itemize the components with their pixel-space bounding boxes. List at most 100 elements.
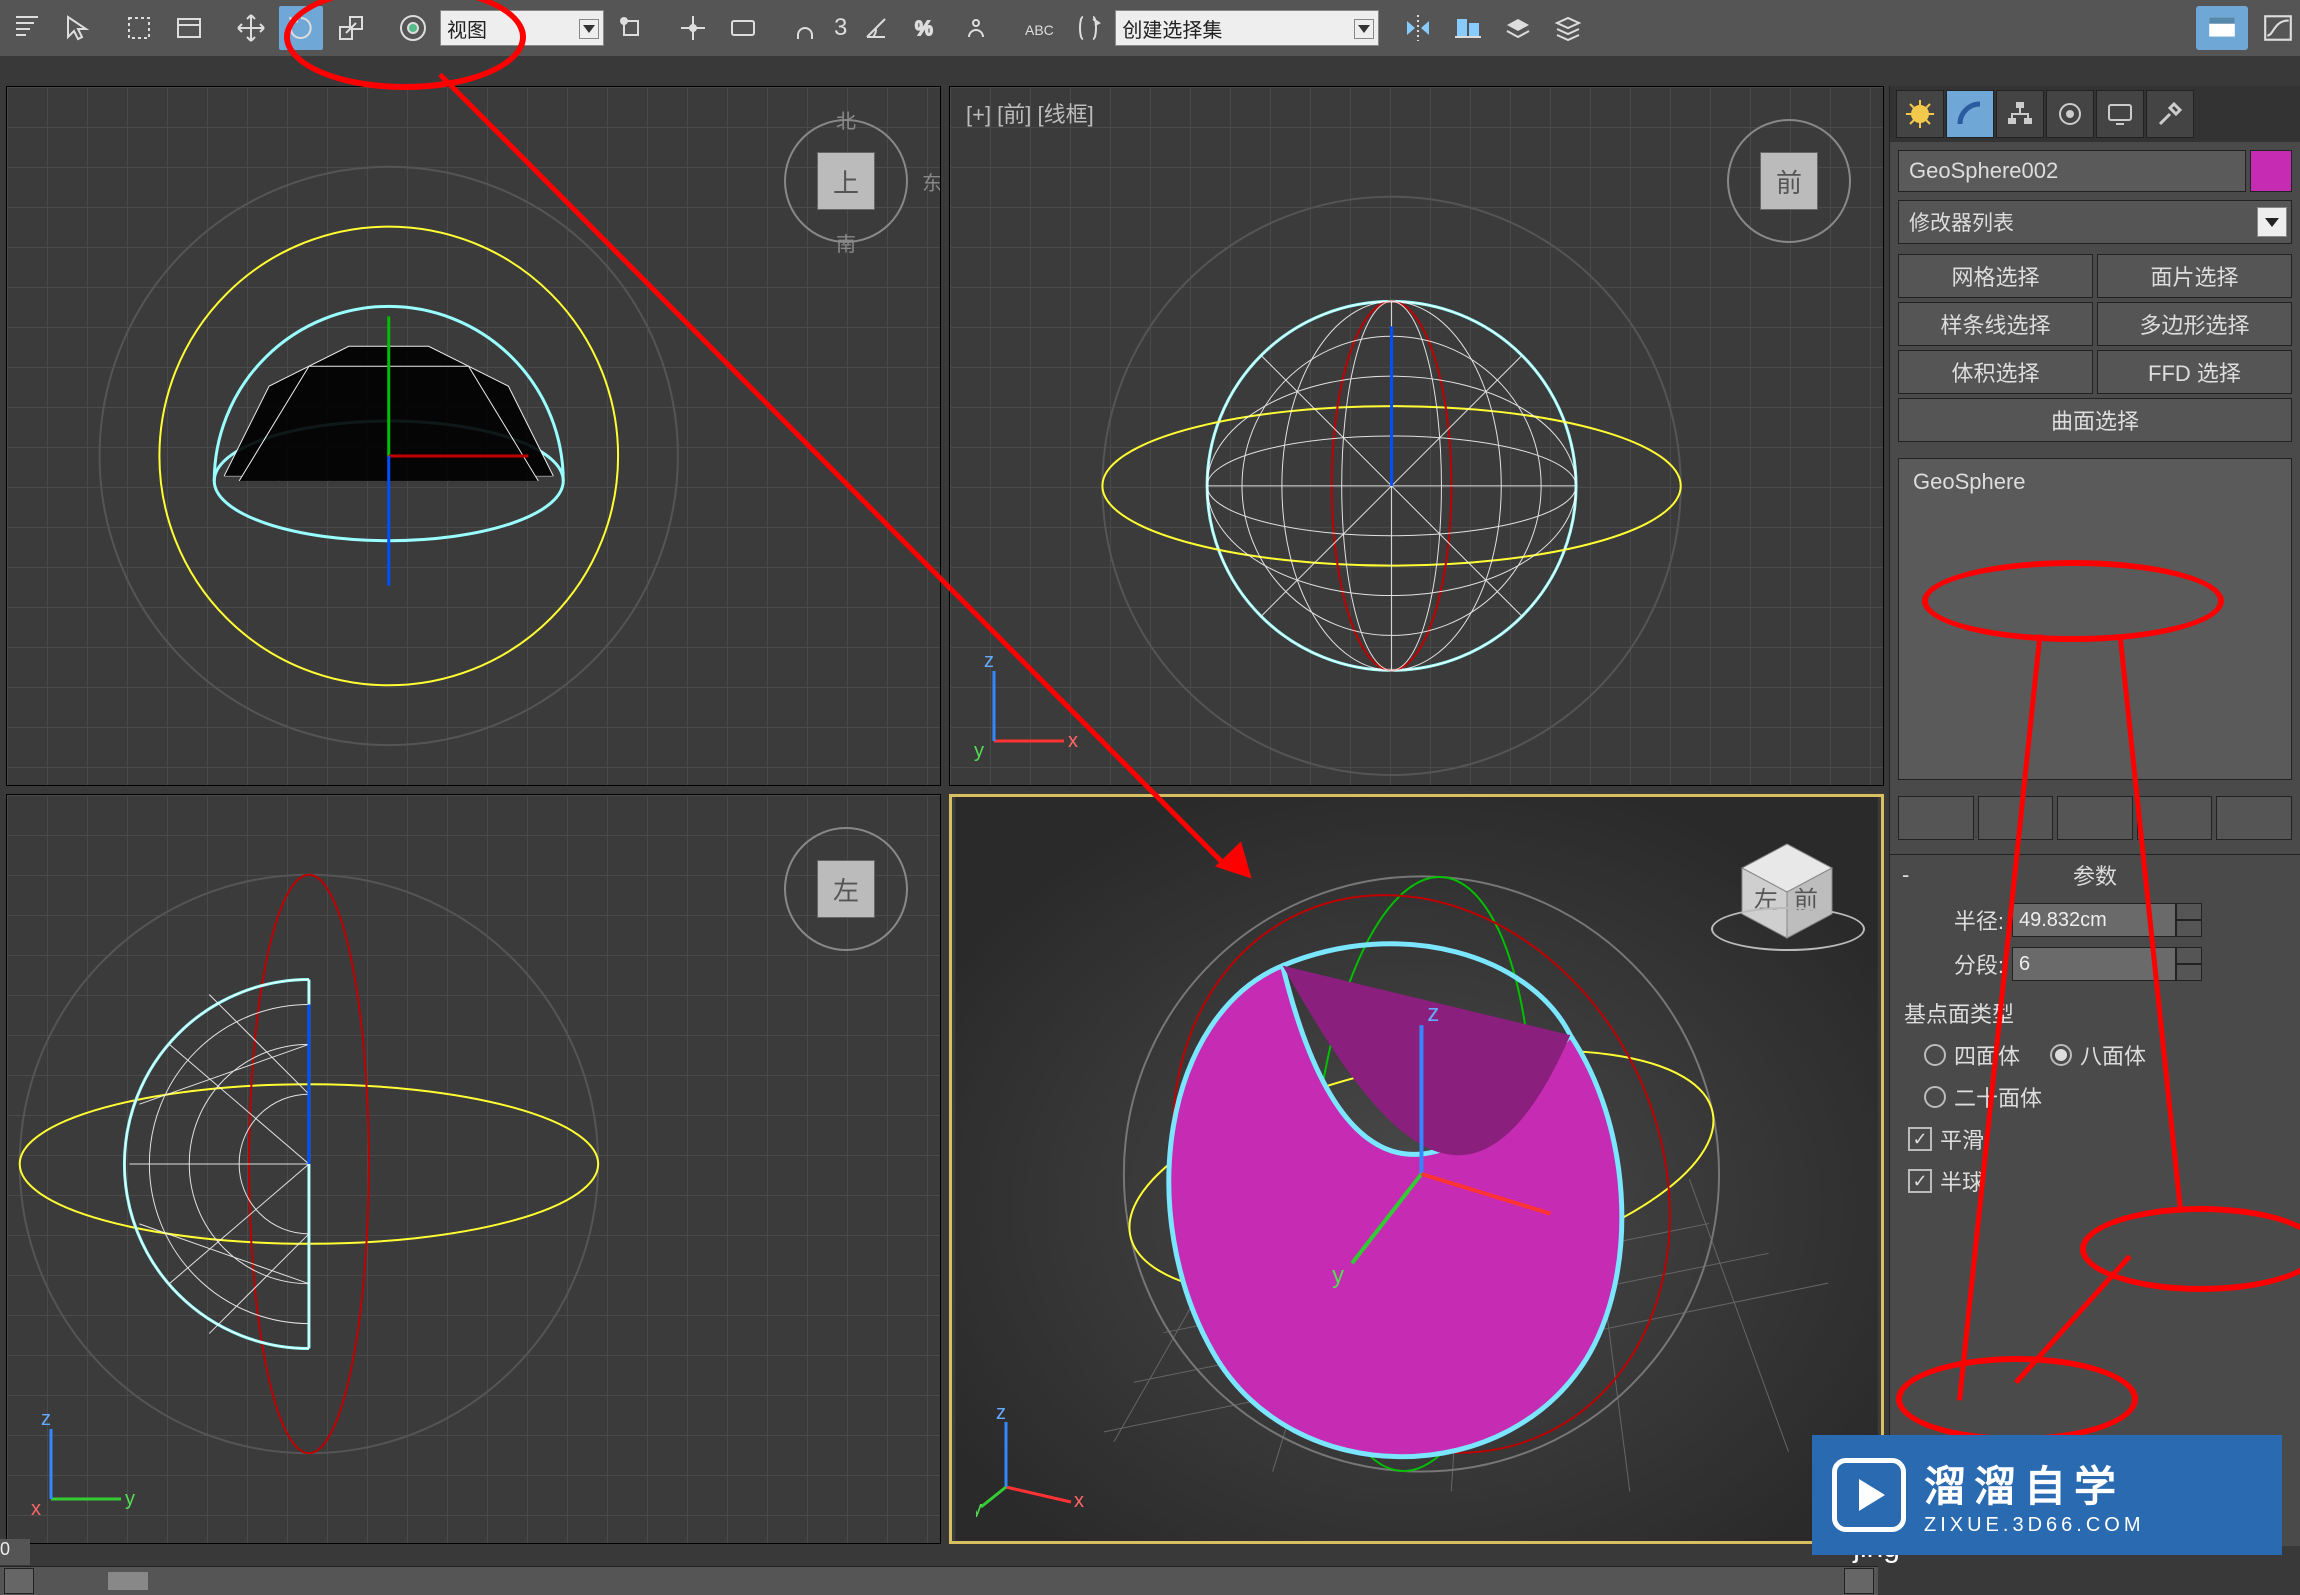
icosa-radio[interactable]: 二十面体 (1924, 1081, 2042, 1113)
viewcube-ring (1711, 907, 1865, 951)
pin-stack-icon[interactable] (1898, 796, 1974, 840)
svg-text:x: x (31, 1498, 41, 1519)
spline-select-button[interactable]: 样条线选择 (1898, 302, 2093, 346)
timeline-scrollbar[interactable] (0, 1566, 1878, 1595)
modifier-button-set: 网格选择 面片选择 样条线选择 多边形选择 体积选择 FFD 选择 曲面选择 (1898, 254, 2292, 442)
radius-input[interactable] (2012, 903, 2176, 937)
rollout-title: 参数 (2073, 859, 2117, 891)
play-icon (1832, 1458, 1906, 1532)
utilities-tab-icon[interactable] (2146, 90, 2194, 138)
select-region-window-icon[interactable] (166, 5, 212, 51)
percent-snap-icon[interactable]: % (903, 5, 949, 51)
viewport-grid: 北 南 东 上 [+] [前] [线框] (0, 86, 1890, 1546)
viewcube-face[interactable]: 前 (1760, 152, 1818, 210)
snap-2d-icon[interactable] (782, 5, 828, 51)
viewport-top[interactable]: 北 南 东 上 (6, 86, 941, 786)
modifier-stack-item[interactable]: GeoSphere (1913, 469, 2277, 495)
base-type-row-2: 二十面体 (1904, 1081, 2286, 1113)
modify-tab-icon[interactable] (1946, 90, 1994, 138)
viewcube[interactable]: 左 (776, 819, 916, 959)
object-name-input[interactable] (1898, 150, 2246, 192)
select-region-rect-icon[interactable] (116, 5, 162, 51)
spinner-down-icon[interactable] (2176, 964, 2202, 981)
create-tab-icon[interactable] (1896, 90, 1944, 138)
motion-tab-icon[interactable] (2046, 90, 2094, 138)
segments-row: 分段: (1904, 947, 2286, 981)
viewcube[interactable]: 左 前 (1717, 821, 1857, 961)
select-filter-icon[interactable] (4, 5, 50, 51)
watermark-title: 溜溜自学 (1924, 1453, 2144, 1514)
scale-tool-icon[interactable] (328, 5, 374, 51)
spinner-down-icon[interactable] (2176, 920, 2202, 937)
spinner-snap-icon[interactable] (953, 5, 999, 51)
angle-snap-icon[interactable] (853, 5, 899, 51)
hemisphere-check[interactable]: ✓ 半球 (1904, 1165, 2286, 1197)
octa-radio[interactable]: 八面体 (2050, 1039, 2146, 1071)
snap-number: 3 (832, 14, 849, 42)
chevron-down-icon[interactable] (579, 19, 599, 39)
compass-south-label: 南 (776, 228, 916, 257)
viewcube-face[interactable]: 上 (817, 152, 875, 210)
poly-select-button[interactable]: 多边形选择 (2097, 302, 2292, 346)
svg-text:ABC: ABC (1025, 22, 1053, 38)
mesh-select-button[interactable]: 网格选择 (1898, 254, 2093, 298)
geodesic-base-type-label: 基点面类型 (1904, 997, 2286, 1029)
svg-text:x: x (1074, 1490, 1084, 1512)
chevron-down-icon[interactable] (1354, 19, 1374, 39)
rollout-header[interactable]: - 参数 (1890, 855, 2300, 895)
chevron-down-icon[interactable] (2257, 207, 2287, 237)
layers-icon[interactable] (1495, 5, 1541, 51)
scroll-thumb[interactable] (108, 1572, 148, 1590)
object-color-swatch[interactable] (2250, 150, 2292, 192)
named-sel-edit-icon[interactable]: ABC (1015, 5, 1061, 51)
use-pivot-center-icon[interactable] (608, 5, 654, 51)
checkbox-icon: ✓ (1908, 1127, 1932, 1151)
axis-tripod: y z x (31, 1409, 141, 1519)
svg-text:z: z (41, 1409, 51, 1430)
modifier-list-combo[interactable]: 修改器列表 (1898, 200, 2292, 244)
select-object-icon[interactable] (54, 5, 100, 51)
viewport-front[interactable]: [+] [前] [线框] 前 (949, 86, 1884, 786)
display-tab-icon[interactable] (2096, 90, 2144, 138)
svg-text:z: z (996, 1407, 1006, 1424)
tetra-radio[interactable]: 四面体 (1924, 1039, 2020, 1071)
align-icon[interactable] (1445, 5, 1491, 51)
scroll-left-icon[interactable] (4, 1568, 34, 1594)
viewcube[interactable]: 北 南 东 上 (776, 111, 916, 251)
viewport-perspective[interactable]: [+] [透视] [真实] (949, 794, 1884, 1544)
rotate-tool-icon[interactable] (278, 5, 324, 51)
curve-editor-icon[interactable] (2252, 6, 2300, 50)
select-manipulate-icon[interactable] (670, 5, 716, 51)
spinner-up-icon[interactable] (2176, 903, 2202, 920)
keyboard-shortcut-icon[interactable] (720, 5, 766, 51)
viewcube[interactable]: 前 (1719, 111, 1859, 251)
face-select-button[interactable]: 面片选择 (2097, 254, 2292, 298)
ffd-select-button[interactable]: FFD 选择 (2097, 350, 2292, 394)
scroll-right-icon[interactable] (1844, 1568, 1874, 1594)
remove-modifier-icon[interactable] (2137, 796, 2213, 840)
configure-sets-icon[interactable] (2216, 796, 2292, 840)
surface-select-button[interactable]: 曲面选择 (1898, 398, 2292, 442)
show-end-result-icon[interactable] (1978, 796, 2054, 840)
layer-explorer-icon[interactable] (1545, 5, 1591, 51)
mirror-icon[interactable] (1395, 5, 1441, 51)
checkbox-icon: ✓ (1908, 1169, 1932, 1193)
segments-input[interactable] (2012, 947, 2176, 981)
ref-coord-icon[interactable] (390, 5, 436, 51)
named-selection-combo[interactable]: 创建选择集 (1115, 10, 1379, 46)
smooth-check[interactable]: ✓ 平滑 (1904, 1123, 2286, 1155)
viewcube-face[interactable]: 左 (817, 860, 875, 918)
modifier-stack[interactable]: GeoSphere (1898, 458, 2292, 780)
make-unique-icon[interactable] (2057, 796, 2133, 840)
hierarchy-tab-icon[interactable] (1996, 90, 2044, 138)
base-type-row-1: 四面体 八面体 (1904, 1039, 2286, 1071)
ref-coord-combo[interactable]: 视图 (440, 10, 604, 46)
spinner-up-icon[interactable] (2176, 947, 2202, 964)
viewport-left[interactable]: 左 y z x (6, 794, 941, 1544)
named-sel-bracket-icon[interactable] (1065, 5, 1111, 51)
graphite-ribbon-icon[interactable] (2196, 6, 2248, 50)
volume-select-button[interactable]: 体积选择 (1898, 350, 2093, 394)
parameters-rollout: - 参数 半径: 分段: 基点面类型 四面体 八面体 (1890, 854, 2300, 1205)
rollout-collapse-icon[interactable]: - (1902, 862, 1909, 888)
move-tool-icon[interactable] (228, 5, 274, 51)
